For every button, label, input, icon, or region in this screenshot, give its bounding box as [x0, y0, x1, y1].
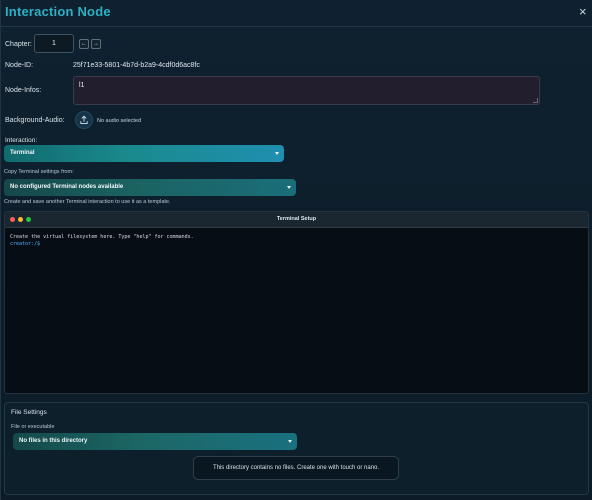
terminal-prompt[interactable]: creator:/$	[10, 241, 40, 247]
file-field-label: File or executable	[11, 424, 55, 430]
interaction-select[interactable]: Terminal	[4, 145, 284, 162]
interaction-selected: Terminal	[10, 150, 35, 156]
node-infos-textarea[interactable]: l1	[73, 76, 540, 105]
terminal-line: Create the virtual filesystem here. Type…	[10, 234, 194, 240]
audio-status: No audio selected	[97, 118, 142, 124]
terminal-titlebar: Terminal Setup	[5, 212, 588, 228]
chevron-down-icon	[287, 186, 291, 189]
empty-directory-message: This directory contains no files. Create…	[193, 456, 399, 480]
close-icon[interactable]: ×	[579, 5, 591, 18]
chapter-prev-button[interactable]: ←	[79, 39, 89, 49]
file-settings-panel: File Settings File or executable No file…	[4, 402, 589, 495]
file-select[interactable]: No files in this directory	[13, 433, 297, 450]
copy-settings-hint: Create and save another Terminal interac…	[4, 199, 171, 205]
modal-title: Interaction Node	[5, 4, 111, 19]
file-settings-title: File Settings	[11, 409, 47, 416]
interaction-node-modal: Interaction Node × Chapter: 1 ← → Node-I…	[0, 0, 592, 500]
file-selected: No files in this directory	[19, 438, 88, 444]
upload-icon	[80, 115, 88, 124]
modal-header: Interaction Node ×	[1, 0, 592, 27]
chapter-next-button[interactable]: →	[91, 39, 101, 49]
resize-handle-icon[interactable]	[533, 98, 538, 103]
copy-settings-label: Copy Terminal settings from:	[4, 169, 74, 175]
background-audio-label: Background-Audio:	[5, 117, 65, 124]
node-id-label: Node-ID:	[5, 62, 34, 69]
copy-settings-select[interactable]: No configured Terminal nodes available	[4, 179, 296, 196]
chapter-label: Chapter:	[5, 41, 32, 48]
node-infos-label: Node-Infos:	[5, 87, 42, 94]
terminal-window[interactable]: Terminal Setup Create the virtual filesy…	[4, 211, 589, 394]
chapter-input[interactable]: 1	[34, 34, 74, 53]
audio-upload-button[interactable]	[75, 111, 93, 129]
chevron-down-icon	[288, 440, 292, 443]
interaction-label: Interaction:	[5, 137, 38, 144]
copy-settings-selected: No configured Terminal nodes available	[10, 184, 124, 190]
node-id-value: 25f71e33-5801-4b7d-b2a9-4cdf0d6ac8fc	[73, 62, 200, 69]
terminal-title: Terminal Setup	[276, 216, 317, 222]
chevron-down-icon	[275, 152, 279, 155]
node-infos-value: l1	[79, 82, 85, 89]
